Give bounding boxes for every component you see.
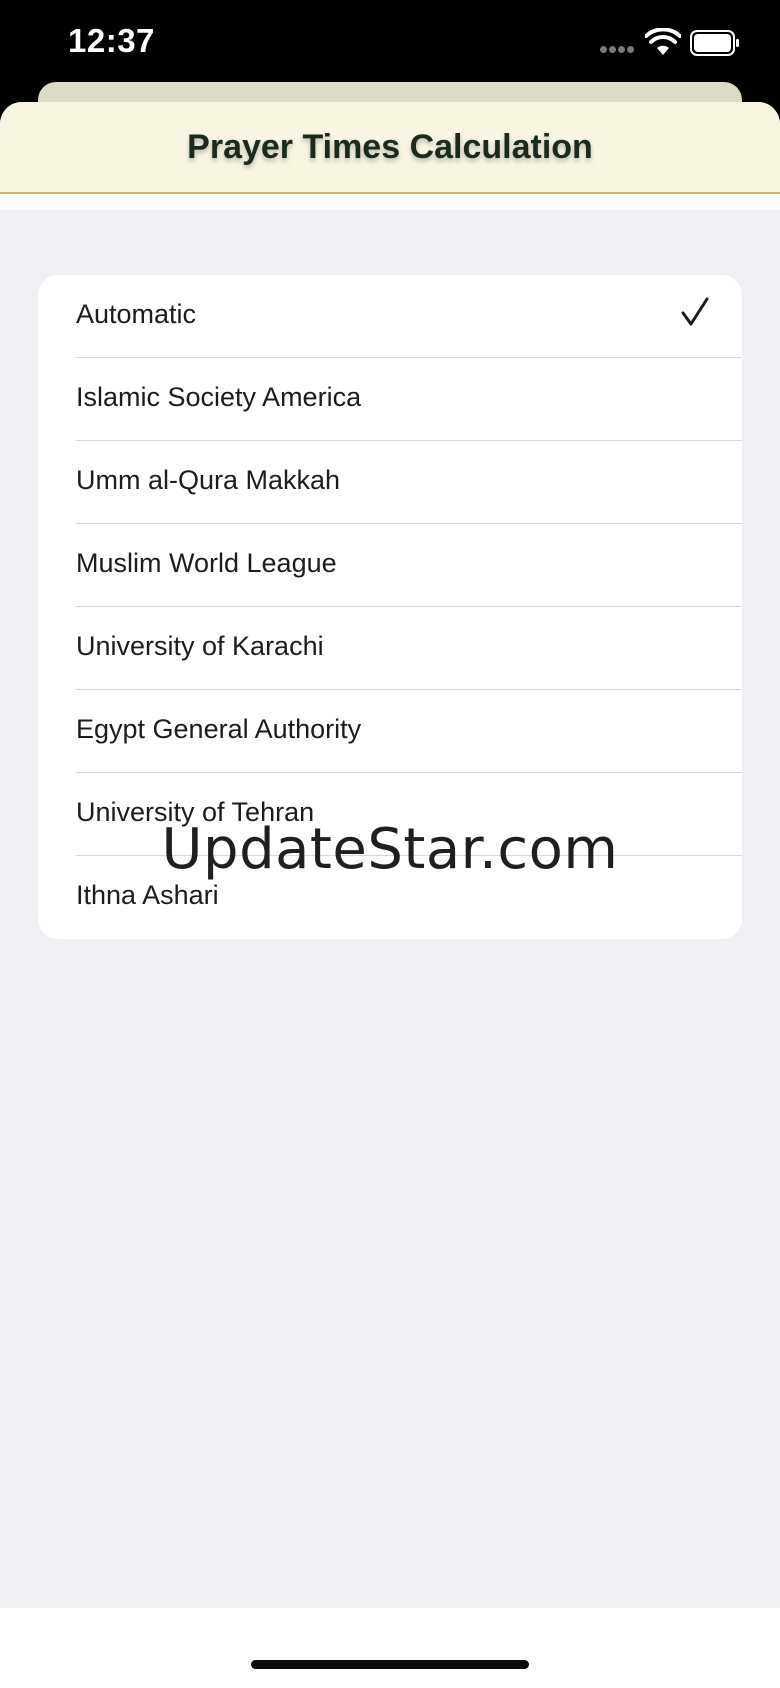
method-item-islamic-society-america[interactable]: Islamic Society America <box>38 358 742 441</box>
status-bar: 12:37 <box>0 0 780 90</box>
sheet-header: Prayer Times Calculation <box>0 102 780 194</box>
method-item-university-of-karachi[interactable]: University of Karachi <box>38 607 742 690</box>
checkmark-icon <box>681 297 709 326</box>
method-item-label: Umm al-Qura Makkah <box>76 465 341 495</box>
method-item-label: Islamic Society America <box>76 382 362 412</box>
method-item-label: Muslim World League <box>76 548 337 578</box>
battery-icon <box>690 30 739 56</box>
home-indicator-area <box>0 1608 780 1688</box>
calculation-method-sheet: Prayer Times Calculation Automatic Islam… <box>0 102 780 1688</box>
status-time: 12:37 <box>68 22 155 59</box>
method-item-muslim-world-league[interactable]: Muslim World League <box>38 524 742 607</box>
method-item-label: Automatic <box>76 299 197 329</box>
method-item-label: Ithna Ashari <box>76 880 219 910</box>
watermark: UpdateStar.com <box>161 817 619 882</box>
home-indicator[interactable] <box>251 1660 529 1669</box>
cellular-signal-icon <box>600 46 636 54</box>
method-item-label: Egypt General Authority <box>76 714 362 744</box>
method-item-label: University of Karachi <box>76 631 324 661</box>
method-item-automatic[interactable]: Automatic <box>38 275 742 358</box>
page-title: Prayer Times Calculation <box>187 128 593 166</box>
header-divider <box>0 194 780 210</box>
wifi-icon <box>645 28 681 55</box>
method-item-umm-al-qura-makkah[interactable]: Umm al-Qura Makkah <box>38 441 742 524</box>
method-item-egypt-general-authority[interactable]: Egypt General Authority <box>38 690 742 773</box>
